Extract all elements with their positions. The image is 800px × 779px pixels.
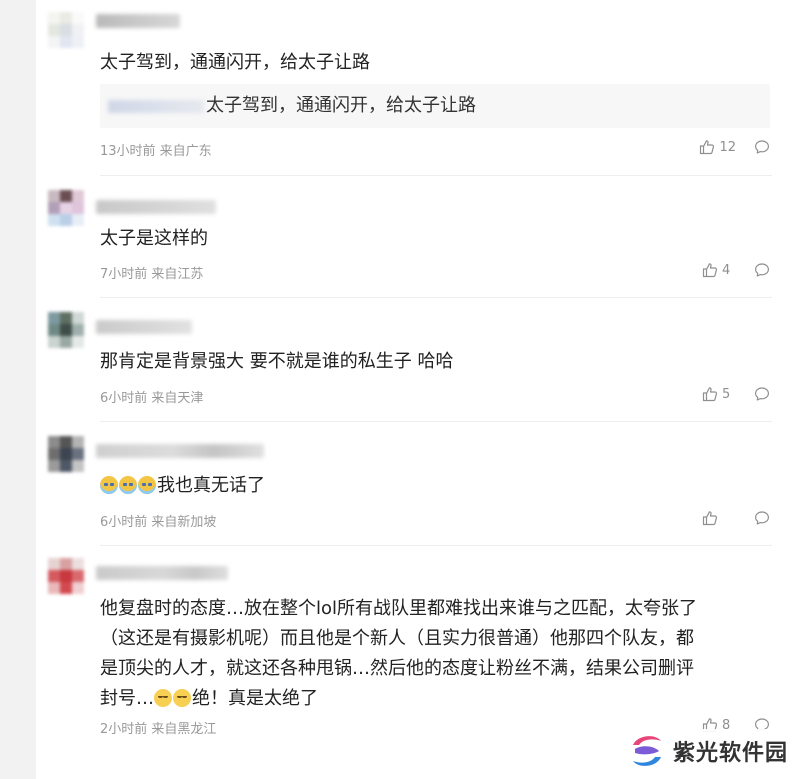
reply-button[interactable] xyxy=(754,262,770,278)
like-count: 5 xyxy=(722,386,731,402)
comment-item: 太子是这样的 7小时前 来自江苏 4 xyxy=(36,176,800,298)
avatar[interactable] xyxy=(48,190,84,226)
comment-text-line: （这还是有摄影机呢）而且他是个新人（且实力很普通）他那四个队友，都 xyxy=(100,628,694,649)
reply-button[interactable] xyxy=(754,386,770,402)
comment-text-line: 封号… 绝！真是太绝了 xyxy=(100,684,772,714)
speech-bubble-icon xyxy=(755,140,769,154)
comment-text-fragment: 绝！真是太绝了 xyxy=(192,688,318,709)
comment-text: 那肯定是背景强大 要不就是谁的私生子 哈哈 xyxy=(100,351,454,372)
comment-text-line: 他复盘时的态度…放在整个lol所有战队里都难找出来谁与之匹配，太夸张了 xyxy=(100,598,698,619)
crying-emoji-icon xyxy=(138,476,156,494)
site-watermark: 紫光软件园 xyxy=(620,729,794,773)
thumbs-up-icon xyxy=(700,140,715,155)
avatar[interactable] xyxy=(48,12,84,48)
like-button[interactable]: 4 xyxy=(702,262,736,278)
comment-text: 太子驾到，通通闪开，给太子让路 xyxy=(100,52,370,73)
avatar[interactable] xyxy=(48,312,84,348)
comment-item: 太子驾到，通通闪开，给太子让路 太子驾到，通通闪开，给太子让路 13小时前 来自… xyxy=(36,0,800,176)
username[interactable] xyxy=(96,566,228,580)
avatar[interactable] xyxy=(48,558,84,594)
like-count: 4 xyxy=(722,262,731,278)
comment-meta: 6小时前 来自天津 xyxy=(100,391,204,406)
comment-text: 太子是这样的 xyxy=(100,228,208,249)
username[interactable] xyxy=(96,320,192,334)
username[interactable] xyxy=(96,444,264,458)
crying-emoji-icon xyxy=(100,476,118,494)
comment-meta: 2小时前 来自黑龙江 xyxy=(100,722,217,737)
quoted-text: 太子驾到，通通闪开，给太子让路 xyxy=(206,95,476,116)
reply-button[interactable] xyxy=(754,510,770,526)
thumbs-up-icon xyxy=(702,511,718,526)
reply-button[interactable] xyxy=(754,139,770,155)
comment-meta: 13小时前 来自广东 xyxy=(100,144,212,159)
like-count: 12 xyxy=(719,139,736,155)
crying-emoji-icon xyxy=(119,476,137,494)
comment-item: 那肯定是背景强大 要不就是谁的私生子 哈哈 6小时前 来自天津 5 xyxy=(36,298,800,422)
comment-text: 他复盘时的态度…放在整个lol所有战队里都难找出来谁与之匹配，太夸张了 （这还是… xyxy=(100,594,772,714)
comment-list: 太子驾到，通通闪开，给太子让路 太子驾到，通通闪开，给太子让路 13小时前 来自… xyxy=(36,0,800,779)
comment-actions: 5 xyxy=(702,386,770,402)
thumbs-up-icon xyxy=(702,387,718,402)
username[interactable] xyxy=(96,14,180,28)
smiling-emoji-icon xyxy=(154,689,172,707)
like-button[interactable]: 5 xyxy=(702,386,736,402)
quoted-username[interactable] xyxy=(108,100,204,113)
comment-item: 我也真无话了 6小时前 来自新加坡 xyxy=(36,422,800,546)
speech-bubble-icon xyxy=(755,387,769,401)
comment-meta: 6小时前 来自新加坡 xyxy=(100,515,217,530)
comment-text-body: 我也真无话了 xyxy=(157,475,265,496)
comment-text: 我也真无话了 xyxy=(100,471,772,501)
comment-text-line: 是顶尖的人才，就这还各种甩锅…然后他的态度让粉丝不满，结果公司删评 xyxy=(100,658,694,679)
site-logo-icon xyxy=(632,736,661,766)
username[interactable] xyxy=(96,200,216,214)
speech-bubble-icon xyxy=(755,511,769,525)
comment-meta: 7小时前 来自江苏 xyxy=(100,267,204,282)
smiling-emoji-icon xyxy=(173,689,191,707)
comment-text-fragment: 封号… xyxy=(100,688,154,709)
avatar[interactable] xyxy=(48,436,84,472)
quoted-reply[interactable]: 太子驾到，通通闪开，给太子让路 xyxy=(100,84,770,128)
like-button[interactable] xyxy=(702,510,736,526)
comment-actions xyxy=(702,510,770,526)
thumbs-up-icon xyxy=(702,263,718,278)
comment-actions: 4 xyxy=(702,262,770,278)
comment-actions: 12 xyxy=(699,139,770,155)
watermark-text: 紫光软件园 xyxy=(672,741,788,766)
speech-bubble-icon xyxy=(755,263,769,277)
like-button[interactable]: 12 xyxy=(699,139,736,155)
